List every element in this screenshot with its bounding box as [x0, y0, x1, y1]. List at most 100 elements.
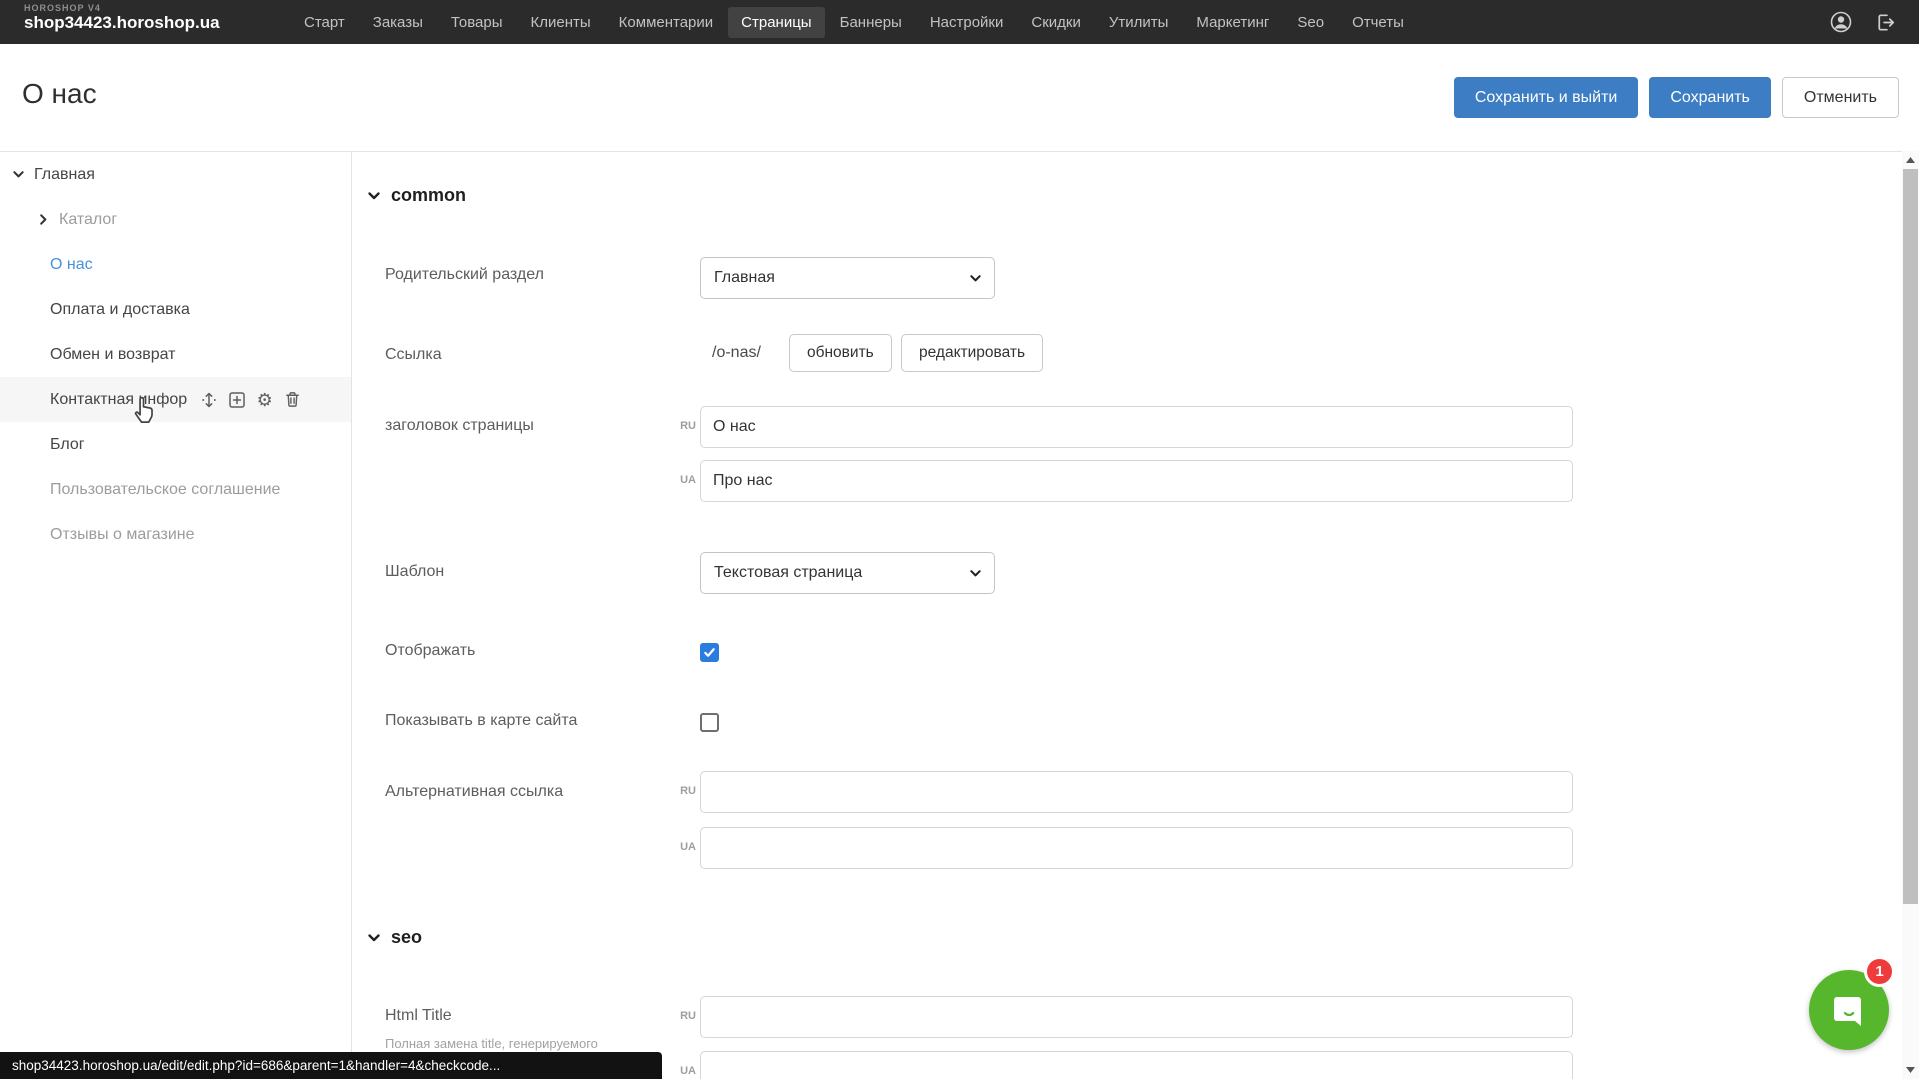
- tree-item-label: Оплата и доставка: [50, 301, 190, 319]
- main-menu: Старт Заказы Товары Клиенты Комментарии …: [290, 0, 1418, 44]
- scroll-up-icon[interactable]: [1902, 152, 1919, 168]
- lang-ru-badge: RU: [674, 420, 696, 432]
- tree-item-label: Обмен и возврат: [50, 346, 175, 364]
- logout-icon[interactable]: [1873, 10, 1897, 34]
- alt-link-ua-input[interactable]: [700, 827, 1573, 869]
- parent-section-value: Главная: [714, 269, 775, 287]
- tree-item-label: Каталог: [59, 211, 117, 229]
- lang-ua-badge: UA: [674, 474, 696, 486]
- tree-item-blog[interactable]: Блог: [0, 422, 351, 467]
- section-seo-title: seo: [391, 927, 422, 948]
- tree-item-oplata[interactable]: Оплата и доставка: [0, 287, 351, 332]
- section-common-title: common: [391, 185, 466, 206]
- move-icon[interactable]: [199, 390, 218, 409]
- account-icon[interactable]: [1829, 10, 1853, 34]
- cancel-button[interactable]: Отменить: [1782, 77, 1899, 118]
- scrollbar-thumb[interactable]: [1903, 169, 1918, 904]
- tree-item-label: Блог: [50, 436, 85, 454]
- tree-item-o-nas[interactable]: О нас: [0, 242, 351, 287]
- page-editor-screen: HOROSHOP V4 shop34423.horoshop.ua Старт …: [0, 0, 1919, 1079]
- menu-item-marketing[interactable]: Маркетинг: [1183, 7, 1282, 38]
- section-seo-toggle[interactable]: seo: [367, 927, 422, 948]
- template-select[interactable]: Текстовая страница: [700, 552, 995, 594]
- trash-icon[interactable]: [283, 390, 302, 409]
- chevron-down-icon[interactable]: [12, 168, 25, 181]
- template-label: Шаблон: [385, 563, 444, 581]
- html-title-help: Полная замена title, генерируемого: [385, 1036, 598, 1051]
- page-edit-form: common Родительский раздел Главная Ссылк…: [352, 151, 1902, 1079]
- lang-ua-badge: UA: [674, 1065, 696, 1077]
- chat-unread-badge: 1: [1864, 956, 1895, 987]
- tree-item-label: Отзывы о магазине: [50, 526, 195, 544]
- topbar-icons: [1829, 0, 1897, 44]
- add-icon[interactable]: [227, 390, 246, 409]
- tree-item-soglashenie[interactable]: Пользовательское соглашение: [0, 467, 351, 512]
- link-label: Ссылка: [385, 346, 442, 364]
- display-label: Отображать: [385, 642, 475, 660]
- tree-item-label: О нас: [50, 256, 93, 274]
- save-and-exit-button[interactable]: Сохранить и выйти: [1454, 77, 1639, 118]
- tree-item-label: Главная: [34, 166, 95, 184]
- parent-section-select[interactable]: Главная: [700, 257, 995, 299]
- page-title-label: заголовок страницы: [385, 417, 534, 435]
- tree-item-otzyvy[interactable]: Отзывы о магазине: [0, 512, 351, 557]
- menu-item-orders[interactable]: Заказы: [360, 7, 436, 38]
- chevron-down-icon: [969, 567, 982, 580]
- section-common-toggle[interactable]: common: [367, 185, 466, 206]
- tree-item-glavnaya[interactable]: Главная: [0, 152, 351, 197]
- html-title-ru-input[interactable]: [700, 996, 1573, 1038]
- browser-status-bar: shop34423.horoshop.ua/edit/edit.php?id=6…: [0, 1052, 662, 1079]
- html-title-label: Html Title: [385, 1007, 452, 1025]
- alt-link-label: Альтернативная ссылка: [385, 783, 563, 801]
- check-icon: [703, 646, 716, 659]
- tree-item-obmen[interactable]: Обмен и возврат: [0, 332, 351, 377]
- brand-link[interactable]: HOROSHOP V4 shop34423.horoshop.ua: [24, 4, 220, 33]
- menu-item-pages[interactable]: Страницы: [728, 7, 824, 38]
- menu-item-utilities[interactable]: Утилиты: [1096, 7, 1182, 38]
- template-value: Текстовая страница: [714, 564, 862, 582]
- sitemap-label: Показывать в карте сайта: [385, 712, 577, 730]
- gear-icon[interactable]: ⚙: [255, 390, 274, 409]
- alt-link-ru-input[interactable]: [700, 771, 1573, 813]
- menu-item-discounts[interactable]: Скидки: [1018, 7, 1093, 38]
- lang-ua-badge: UA: [674, 841, 696, 853]
- chevron-down-icon: [969, 272, 982, 285]
- page-header: О нас Сохранить и выйти Сохранить Отмени…: [0, 44, 1919, 151]
- link-path-value: /o-nas/: [712, 344, 761, 362]
- menu-item-seo[interactable]: Seo: [1284, 7, 1337, 38]
- vertical-scrollbar[interactable]: [1902, 151, 1919, 1079]
- chevron-right-icon[interactable]: [37, 213, 50, 226]
- page-title-ua-input[interactable]: [700, 460, 1573, 502]
- menu-item-settings[interactable]: Настройки: [917, 7, 1017, 38]
- save-button[interactable]: Сохранить: [1649, 77, 1771, 118]
- chat-bubble-icon: [1828, 989, 1870, 1031]
- tree-item-kontaktnaya[interactable]: Контактная инфор ⚙: [0, 377, 351, 422]
- lang-ru-badge: RU: [674, 785, 696, 797]
- tree-item-actions: ⚙: [199, 390, 302, 409]
- page-title-ru-input[interactable]: [700, 406, 1573, 448]
- menu-item-banners[interactable]: Баннеры: [827, 7, 915, 38]
- menu-item-comments[interactable]: Комментарии: [606, 7, 726, 38]
- sitemap-checkbox[interactable]: [700, 713, 719, 732]
- pages-tree-sidebar: Главная Каталог О нас Оплата и доставка …: [0, 151, 352, 1079]
- tree-item-katalog[interactable]: Каталог: [0, 197, 351, 242]
- menu-item-start[interactable]: Старт: [291, 7, 358, 38]
- tree-item-label: Контактная инфор: [50, 391, 187, 409]
- scroll-down-icon[interactable]: [1902, 1062, 1919, 1078]
- menu-item-products[interactable]: Товары: [438, 7, 516, 38]
- top-navigation-bar: HOROSHOP V4 shop34423.horoshop.ua Старт …: [0, 0, 1919, 44]
- chevron-down-icon: [367, 189, 381, 203]
- display-checkbox[interactable]: [700, 643, 719, 662]
- menu-item-clients[interactable]: Клиенты: [518, 7, 604, 38]
- header-actions: Сохранить и выйти Сохранить Отменить: [1454, 77, 1899, 118]
- link-update-button[interactable]: обновить: [789, 334, 892, 372]
- parent-section-label: Родительский раздел: [385, 266, 544, 284]
- brand-domain: shop34423.horoshop.ua: [24, 14, 220, 33]
- lang-ru-badge: RU: [674, 1010, 696, 1022]
- page-title: О нас: [22, 78, 97, 110]
- menu-item-reports[interactable]: Отчеты: [1339, 7, 1417, 38]
- html-title-ua-input[interactable]: [700, 1051, 1573, 1079]
- tree-item-label: Пользовательское соглашение: [50, 481, 280, 499]
- link-edit-button[interactable]: редактировать: [901, 334, 1043, 372]
- chevron-down-icon: [367, 931, 381, 945]
